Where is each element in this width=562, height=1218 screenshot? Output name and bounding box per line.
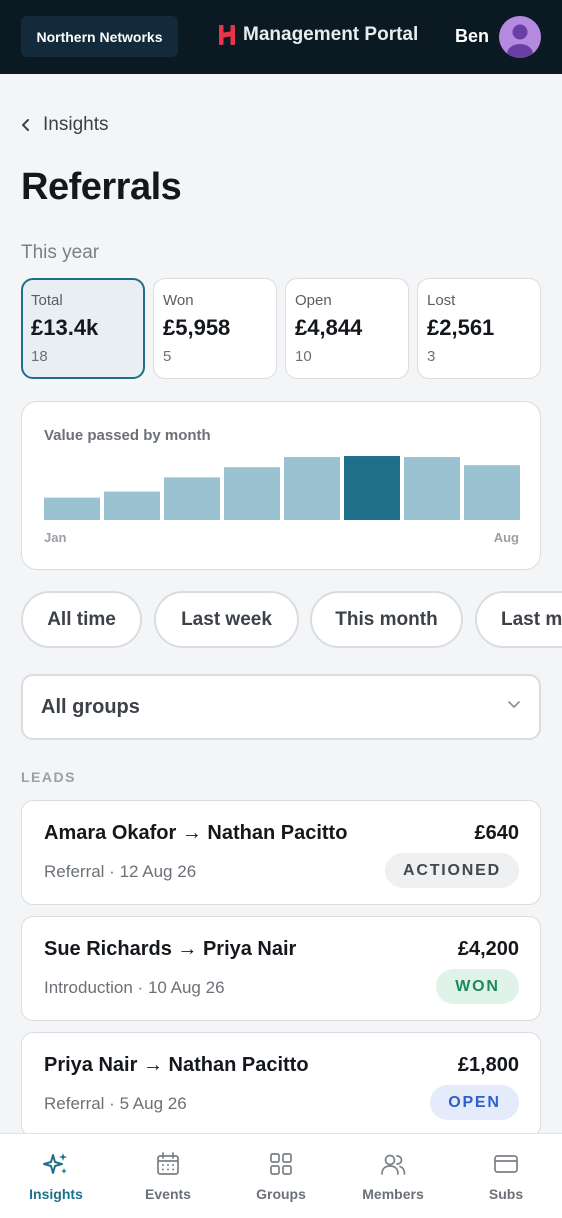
lead-names: Amara Okafor → Nathan Pacitto (44, 822, 347, 845)
stat-value: £5,958 (163, 315, 231, 340)
chart-title: Value passed by month (44, 427, 211, 444)
lead-from: Sue Richards (44, 938, 172, 960)
x-tick-label-last: Aug (493, 530, 519, 545)
chip-label: All time (47, 608, 116, 630)
lead-card[interactable]: Sue Richards → Priya Nair £4,200 Introdu… (21, 916, 541, 1021)
stat-count: 10 (295, 348, 312, 365)
user-name[interactable]: Ben (455, 26, 489, 47)
page-title: Referrals (21, 166, 182, 208)
section-label: LEADS (21, 769, 76, 785)
lead-card[interactable]: Priya Nair → Nathan Pacitto £1,800 Refer… (21, 1032, 541, 1137)
lead-meta: Introduction · 10 Aug 26 (44, 978, 225, 997)
grid-icon (270, 1153, 292, 1175)
x-tick-label-first: Jan (44, 530, 67, 545)
back-label: Insights (43, 114, 109, 135)
arrow-right-icon: → (181, 822, 208, 844)
lead-card[interactable]: Amara Okafor → Nathan Pacitto £640 Refer… (21, 800, 541, 905)
status-badge: WON (436, 969, 519, 1004)
chip-label: Last week (181, 608, 272, 630)
lead-amount: £4,200 (457, 938, 519, 960)
lead-amount: £1,800 (457, 1054, 519, 1076)
status-badge: ACTIONED (385, 853, 519, 888)
arrow-right-icon: → (177, 938, 203, 960)
lead-to: Nathan Pacitto (168, 1054, 309, 1076)
period-label: This year (21, 242, 100, 263)
arrow-right-icon: → (142, 1054, 169, 1076)
lead-to: Priya Nair (202, 938, 297, 960)
stat-value: £2,561 (427, 315, 495, 340)
h-logo-icon (219, 25, 235, 45)
app-title: Management Portal (243, 24, 419, 45)
chart-bar-apr (224, 467, 280, 520)
chip-label: Last month (501, 608, 562, 630)
tab-groups[interactable]: Groups (225, 1134, 337, 1218)
stat-card-lost[interactable]: Lost £2,561 3 (417, 278, 541, 379)
group-select-value: All groups (41, 695, 140, 718)
chart-bar-aug (464, 465, 520, 520)
lead-amount: £640 (474, 822, 520, 844)
bar-chart (44, 456, 520, 520)
chart-bar-jun (344, 456, 400, 520)
stat-label: Lost (427, 292, 456, 309)
tab-label: Members (362, 1186, 424, 1202)
chart-bar-mar (164, 477, 220, 520)
stat-count: 5 (163, 348, 172, 365)
back-link[interactable]: Insights (21, 114, 108, 136)
chart-bar-may (284, 457, 340, 520)
org-switcher-button[interactable]: Northern Networks (21, 16, 178, 57)
tab-insights[interactable]: Insights (0, 1134, 112, 1218)
stat-label: Won (163, 292, 194, 309)
stat-count: 18 (31, 348, 48, 365)
org-name: Northern Networks (36, 28, 163, 45)
lead-meta: Referral · 5 Aug 26 (44, 1094, 187, 1113)
lead-names: Sue Richards → Priya Nair (44, 938, 296, 961)
bottom-tab-bar: Insights Events Groups Members Subs (0, 1133, 562, 1218)
tab-label: Groups (256, 1186, 306, 1202)
lead-meta: Referral · 12 Aug 26 (44, 862, 197, 881)
chart-bar-jul (404, 457, 460, 520)
people-icon (381, 1154, 406, 1175)
chevron-left-icon (22, 119, 29, 131)
tab-subs[interactable]: Subs (450, 1134, 562, 1218)
stat-value: £13.4k (31, 315, 99, 340)
calendar-icon (157, 1152, 179, 1175)
stat-card-open[interactable]: Open £4,844 10 (285, 278, 409, 379)
avatar[interactable] (499, 16, 541, 58)
filter-chip-last-week[interactable]: Last week (154, 591, 299, 648)
stat-label: Open (295, 292, 332, 309)
lead-from: Amara Okafor (44, 822, 177, 844)
tab-members[interactable]: Members (337, 1134, 449, 1218)
tab-label: Insights (29, 1186, 83, 1202)
lead-names: Priya Nair → Nathan Pacitto (44, 1054, 309, 1077)
filter-chip-this-month[interactable]: This month (310, 591, 463, 648)
stat-count: 3 (427, 348, 436, 365)
stat-label: Total (31, 292, 63, 309)
chart-bar-feb (104, 491, 160, 520)
lead-to: Nathan Pacitto (207, 822, 348, 844)
chevron-down-icon (508, 701, 520, 708)
brand[interactable]: Management Portal (218, 24, 418, 46)
status-badge: OPEN (430, 1085, 519, 1120)
filter-chip-all-time[interactable]: All time (21, 591, 142, 648)
chart-bar-jan (44, 497, 100, 520)
chart-card: Value passed by month Jan Aug (21, 401, 541, 570)
user-icon (507, 24, 533, 58)
stat-value: £4,844 (295, 315, 363, 340)
tab-label: Subs (488, 1186, 524, 1202)
stat-card-won[interactable]: Won £5,958 5 (153, 278, 277, 379)
stat-card-total[interactable]: Total £13.4k 18 (21, 278, 145, 379)
card-icon (494, 1155, 518, 1173)
chip-label: This month (335, 608, 438, 630)
filter-chip-last-month[interactable]: Last month (475, 591, 562, 648)
tab-events[interactable]: Events (112, 1134, 224, 1218)
top-bar: Northern Networks Management Portal Ben (0, 0, 562, 74)
lead-from: Priya Nair (44, 1054, 138, 1076)
group-select[interactable]: All groups (21, 674, 541, 740)
sparkle-icon (43, 1153, 67, 1174)
tab-label: Events (145, 1186, 191, 1202)
